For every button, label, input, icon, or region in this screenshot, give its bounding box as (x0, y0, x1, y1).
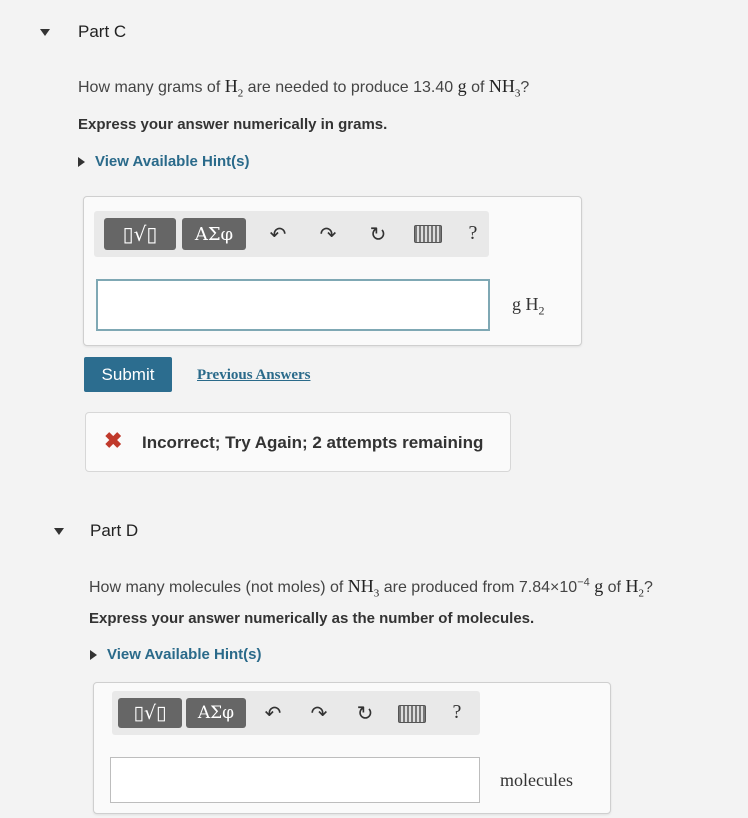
greek-symbols-button[interactable]: ΑΣφ (182, 218, 246, 250)
feedback-box: ✖ Incorrect; Try Again; 2 attempts remai… (85, 412, 511, 472)
help-button[interactable]: ? (446, 699, 468, 725)
part-d-answer-input[interactable] (110, 757, 480, 803)
part-c-answer-input[interactable] (96, 279, 490, 331)
part-c-title: Part C (78, 22, 127, 41)
part-d-answer-panel: ▯√▯ ΑΣφ ↶ ↷ ↻ ? molecules (93, 682, 611, 814)
part-c-instruction: Express your answer numerically in grams… (78, 116, 388, 133)
reset-icon[interactable]: ↻ (352, 701, 378, 725)
redo-icon[interactable]: ↷ (314, 222, 342, 246)
keyboard-icon[interactable] (414, 225, 442, 243)
part-d-question: How many molecules (not moles) of NH3 ar… (89, 576, 653, 600)
x-icon: ✖ (104, 428, 123, 453)
greek-symbols-button[interactable]: ΑΣφ (186, 698, 246, 728)
part-d-hint-link[interactable]: View Available Hint(s) (90, 646, 262, 663)
undo-icon[interactable]: ↶ (264, 222, 292, 246)
redo-icon[interactable]: ↷ (306, 701, 332, 725)
undo-icon[interactable]: ↶ (260, 701, 286, 725)
expand-arrow-icon (78, 156, 85, 167)
math-toolbar: ▯√▯ ΑΣφ ↶ ↷ ↻ ? (94, 211, 489, 257)
math-toolbar: ▯√▯ ΑΣφ ↶ ↷ ↻ ? (112, 691, 480, 735)
templates-button[interactable]: ▯√▯ (104, 218, 176, 250)
part-c-hint-link[interactable]: View Available Hint(s) (78, 153, 250, 170)
collapse-arrow-icon[interactable] (40, 29, 50, 36)
part-c-question: How many grams of H2 are needed to produ… (78, 76, 530, 100)
part-c-unit: g H2 (512, 294, 545, 318)
part-c-answer-panel: ▯√▯ ΑΣφ ↶ ↷ ↻ ? g H2 (83, 196, 582, 346)
collapse-arrow-icon[interactable] (54, 528, 64, 535)
help-button[interactable]: ? (462, 220, 484, 246)
feedback-text: Incorrect; Try Again; 2 attempts remaini… (142, 433, 484, 452)
reset-icon[interactable]: ↻ (364, 222, 392, 246)
part-d-unit: molecules (500, 770, 573, 790)
expand-arrow-icon (90, 649, 97, 660)
part-d-title: Part D (90, 521, 139, 540)
submit-button[interactable]: Submit (84, 357, 172, 392)
part-d-instruction: Express your answer numerically as the n… (89, 610, 535, 627)
keyboard-icon[interactable] (398, 705, 426, 723)
previous-answers-link[interactable]: Previous Answers (197, 367, 310, 384)
templates-button[interactable]: ▯√▯ (118, 698, 182, 728)
